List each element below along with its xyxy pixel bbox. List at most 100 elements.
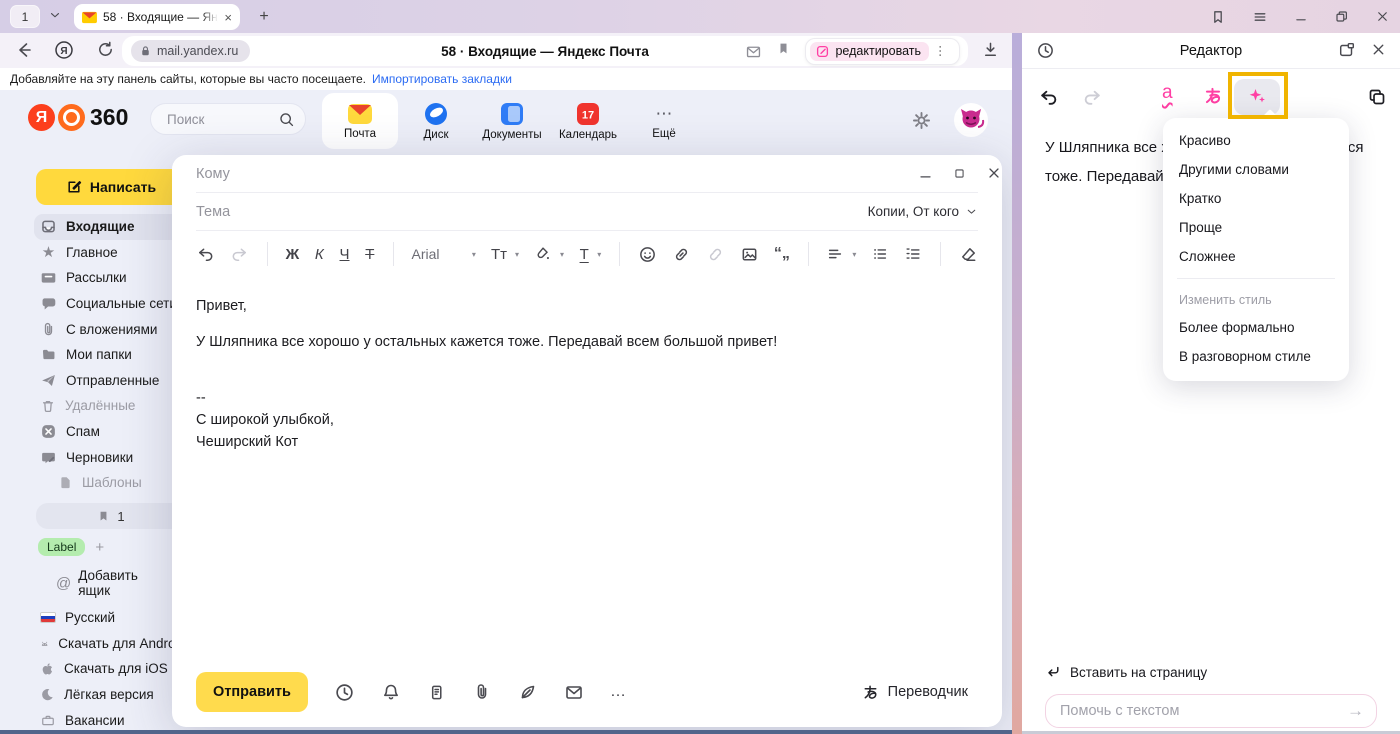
mail-notifications-icon[interactable] [745,43,762,60]
bullet-list-button[interactable] [871,245,889,263]
menu-item-shorten[interactable]: Кратко [1163,184,1349,213]
quote-button[interactable]: “„ [774,245,790,263]
label-tag[interactable]: Label [38,538,85,556]
download-android-link[interactable]: Скачать для Android [0,631,186,657]
service-disk[interactable]: Диск [398,93,474,149]
reminder-bell-icon[interactable] [381,682,401,702]
ai-prompt-box[interactable]: → [1045,694,1377,728]
folder-main[interactable]: ★ Главное [0,240,186,266]
tab-close-icon[interactable]: × [224,11,232,24]
folder-sent[interactable]: Отправленные [0,368,186,394]
import-bookmarks-link[interactable]: Импортировать закладки [372,72,512,86]
undo-button[interactable] [196,245,215,264]
tab-counter-button[interactable]: 1 [10,5,40,28]
folder-newsletters[interactable]: Рассылки [0,265,186,291]
editor-undo-button[interactable] [1038,87,1059,108]
to-field[interactable] [196,166,858,182]
menu-item-more-formal[interactable]: Более формально [1163,313,1349,342]
new-tab-button[interactable]: + [252,5,276,28]
folder-attachments[interactable]: С вложениями [0,316,186,342]
edit-extension-button[interactable]: редактировать … [805,38,960,65]
panel-divider[interactable] [1012,33,1022,734]
yandex360-logo[interactable]: Я 360 [28,104,128,131]
subject-field[interactable] [196,204,868,220]
panel-translate-button[interactable] [1202,85,1224,107]
attach-file-icon[interactable] [472,682,492,702]
underline-button[interactable]: Ч [339,246,349,263]
insert-image-button[interactable] [740,245,759,264]
submit-arrow-icon[interactable]: → [1347,701,1364,721]
folder-templates[interactable]: Шаблоны [0,470,186,496]
italic-button[interactable]: К [314,246,324,263]
numbered-list-button[interactable] [904,245,922,263]
language-link[interactable]: Русский [0,605,186,631]
service-docs[interactable]: Документы [474,93,550,149]
edit-extension-menu-icon[interactable]: … [937,44,952,58]
search-input[interactable] [167,112,278,127]
highlight-color-button[interactable] [534,245,552,263]
folder-spam[interactable]: Спам [0,419,186,445]
spellcheck-button[interactable]: a [1162,83,1173,102]
align-button[interactable] [826,245,844,263]
settings-gear-icon[interactable] [911,110,932,131]
yandex-button[interactable]: Я [54,40,74,65]
redo-button[interactable] [230,245,249,264]
envelope-icon[interactable] [564,682,584,702]
folder-trash[interactable]: Удалённые [0,393,186,419]
menu-item-rephrase[interactable]: Другими словами [1163,155,1349,184]
text-color-button[interactable]: Т [579,246,589,263]
remove-link-button[interactable] [706,245,725,264]
font-family-select[interactable]: Arial [411,246,463,262]
ai-prompt-input[interactable] [1060,703,1347,719]
download-ios-link[interactable]: Скачать для iOS [0,656,186,682]
translator-button[interactable]: Переводчик [861,683,968,702]
emoji-button[interactable] [638,245,657,264]
add-mailbox-button[interactable]: @ Добавить ящик [56,568,172,598]
window-restore-button[interactable] [1334,9,1349,24]
compose-minimize-button[interactable] [918,166,933,181]
search-box[interactable] [150,103,306,135]
strikethrough-button[interactable]: Т [365,246,375,263]
bookmark-flag-icon[interactable] [1210,9,1226,25]
light-version-link[interactable]: Лёгкая версия [0,682,186,708]
compose-maximize-button[interactable] [953,167,966,180]
bookmark-page-icon[interactable] [776,41,791,61]
menu-item-complexify[interactable]: Сложнее [1163,242,1349,271]
folder-my-folders[interactable]: Мои папки [0,342,186,368]
compose-button[interactable]: Написать [36,169,186,205]
folder-social[interactable]: Социальные сети [0,291,186,317]
add-label-button[interactable]: + [95,539,104,556]
message-body[interactable]: Привет, У Шляпника все хорошо у остальны… [196,295,966,453]
folder-inbox[interactable]: Входящие [34,214,186,240]
more-options-icon[interactable]: … [610,683,627,701]
note-icon[interactable] [427,683,446,702]
menu-item-beautify[interactable]: Красиво [1163,126,1349,155]
window-minimize-button[interactable] [1294,10,1308,24]
panel-copy-button[interactable] [1367,87,1387,107]
send-button[interactable]: Отправить [196,672,308,712]
refresh-button[interactable] [96,40,115,59]
downloads-button[interactable] [981,40,1000,59]
open-in-window-icon[interactable] [1338,41,1356,59]
service-calendar[interactable]: 17 Календарь [550,93,626,149]
compose-close-button[interactable] [986,165,1002,181]
menu-hamburger-icon[interactable] [1252,9,1268,25]
menu-item-simplify[interactable]: Проще [1163,213,1349,242]
window-close-button[interactable] [1375,9,1390,24]
eraser-button[interactable] [959,245,978,264]
menu-item-conversational[interactable]: В разговорном стиле [1163,342,1349,371]
insert-link-button[interactable] [672,245,691,264]
bold-button[interactable]: Ж [286,246,300,263]
address-bar[interactable]: mail.yandex.ru 58 · Входящие — Яндекс По… [122,36,968,66]
signature-pen-icon[interactable] [518,682,538,702]
schedule-send-icon[interactable] [334,682,355,703]
folder-drafts[interactable]: Черновики [0,444,186,470]
back-button[interactable] [14,40,34,60]
browser-tab[interactable]: 58 · Входящие — Яндекс Почта × [74,4,240,30]
panel-close-button[interactable] [1370,41,1387,58]
editor-redo-button[interactable] [1082,87,1103,108]
bookmarks-filter-pill[interactable]: 1 [36,503,186,529]
service-mail[interactable]: Почта [322,93,398,149]
font-size-select[interactable]: Tт [491,246,507,263]
cc-from-toggle[interactable]: Копии, От кого [868,204,978,219]
